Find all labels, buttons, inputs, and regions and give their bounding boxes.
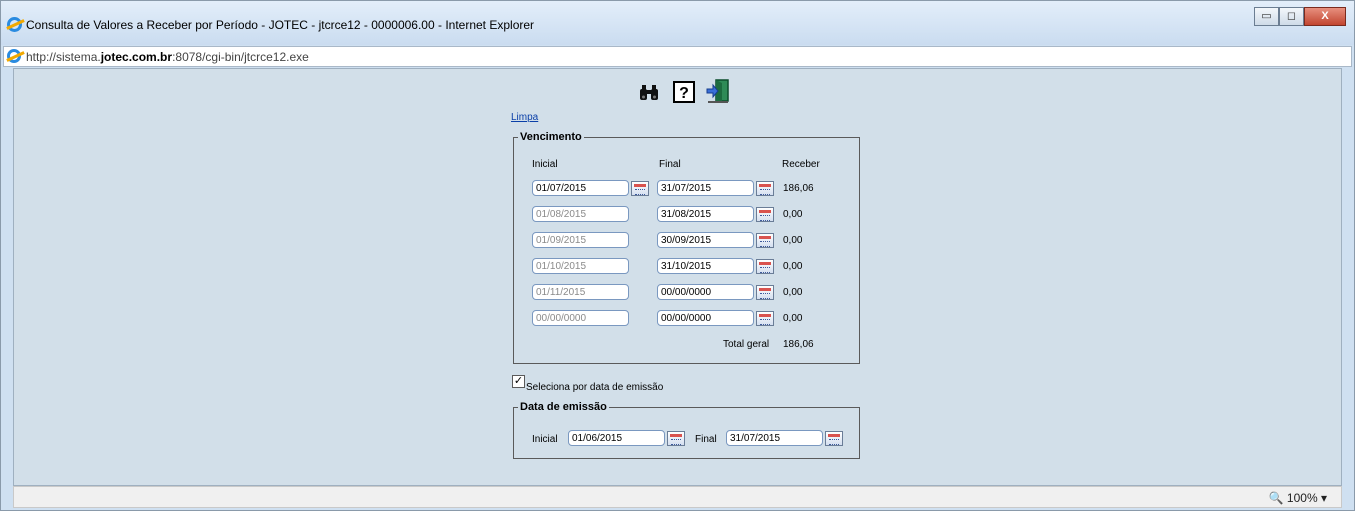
emissao-inicial-label: Inicial [532,434,558,445]
total-geral-label: Total geral [723,339,770,350]
vencimento-inicial-input[interactable] [532,180,629,196]
vencimento-final-input[interactable] [657,284,754,300]
emissao-final-calendar-icon[interactable] [825,431,843,446]
limpa-link[interactable]: Limpa [511,112,538,123]
zoom-level: 100% [1286,491,1318,505]
zoom-icon: 🔍 [1268,491,1284,505]
header-inicial: Inicial [532,159,558,170]
help-icon[interactable]: ? [673,81,695,103]
url-suffix: :8078/cgi-bin/jtcrce12.exe [172,50,309,64]
emissao-final-input[interactable] [726,430,823,446]
total-geral-value: 186,06 [783,339,814,350]
vencimento-inicial-input[interactable] [532,284,629,300]
emissao-inicial-input[interactable] [568,430,665,446]
address-url[interactable]: http://sistema.jotec.com.br:8078/cgi-bin… [26,50,309,64]
url-domain: jotec.com.br [100,50,173,64]
emissao-final-label: Final [695,434,717,445]
vencimento-final-input[interactable] [657,232,754,248]
vencimento-receber-value: 0,00 [783,235,803,246]
vencimento-receber-value: 0,00 [783,261,803,272]
minimize-button[interactable]: ▭ [1254,7,1279,26]
vencimento-final-input[interactable] [657,310,754,326]
vencimento-final-input[interactable] [657,258,754,274]
url-prefix: http://sistema. [26,50,101,64]
svg-text:?: ? [679,85,689,102]
vencimento-final-calendar-icon[interactable] [756,285,774,300]
ie-logo-icon [7,17,22,32]
vencimento-receber-value: 0,00 [783,209,803,220]
address-bar[interactable]: http://sistema.jotec.com.br:8078/cgi-bin… [3,46,1352,67]
seleciona-checkbox[interactable]: ✓ [512,375,525,388]
title-bar: Consulta de Valores a Receber por Períod… [1,1,1354,45]
vencimento-inicial-input[interactable] [532,232,629,248]
vencimento-receber-value: 0,00 [783,287,803,298]
binoculars-icon[interactable] [638,81,660,103]
vencimento-inicial-input[interactable] [532,206,629,222]
emissao-legend: Data de emissão [520,401,607,413]
chevron-down-icon: ▾ [1320,491,1327,505]
window-title: Consulta de Valores a Receber por Períod… [26,18,535,32]
header-receber: Receber [782,159,820,170]
vencimento-inicial-calendar-icon[interactable] [631,181,649,196]
vencimento-inicial-input[interactable] [532,310,629,326]
header-final: Final [659,159,681,170]
vencimento-final-calendar-icon[interactable] [756,233,774,248]
zoom-control[interactable]: 🔍 100% ▾ [1269,491,1327,505]
seleciona-label: Seleciona por data de emissão [526,382,664,393]
exit-icon[interactable] [706,79,730,103]
vencimento-final-calendar-icon[interactable] [756,207,774,222]
vencimento-receber-value: 0,00 [783,313,803,324]
vencimento-final-input[interactable] [657,180,754,196]
vencimento-final-calendar-icon[interactable] [756,181,774,196]
close-button[interactable]: X [1304,7,1346,26]
vencimento-final-input[interactable] [657,206,754,222]
status-bar: 🔍 100% ▾ [13,486,1342,508]
emissao-inicial-calendar-icon[interactable] [667,431,685,446]
vencimento-legend: Vencimento [520,131,582,143]
browser-window: Consulta de Valores a Receber por Períod… [0,0,1355,511]
vencimento-final-calendar-icon[interactable] [756,259,774,274]
vencimento-receber-value: 186,06 [783,183,814,194]
page-content: ? Limpa Vencimento Inicial Final Receber… [13,68,1342,486]
vencimento-final-calendar-icon[interactable] [756,311,774,326]
maximize-button[interactable]: ◻ [1279,7,1304,26]
page-ie-icon [7,49,21,63]
vencimento-inicial-input[interactable] [532,258,629,274]
